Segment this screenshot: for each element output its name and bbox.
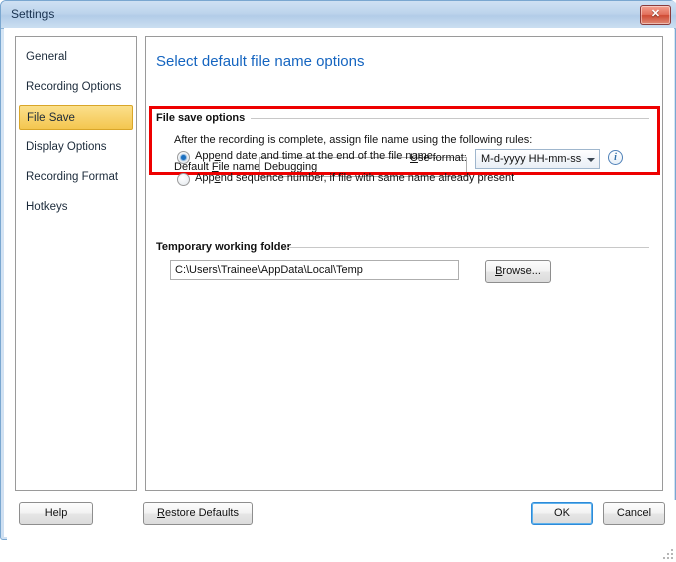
- title-bar: Settings ✕: [1, 1, 676, 29]
- file-save-options-rule: [251, 118, 649, 119]
- use-format-post: se format:: [417, 152, 467, 164]
- close-icon: ✕: [650, 8, 661, 20]
- sidebar-item-hotkeys[interactable]: Hotkeys: [19, 195, 133, 220]
- settings-detail-panel: Select default file name options File sa…: [145, 36, 663, 491]
- sidebar-item-display-options[interactable]: Display Options: [19, 135, 133, 160]
- window-title: Settings: [11, 7, 55, 21]
- temp-folder-legend: Temporary working folder: [156, 241, 295, 253]
- temp-folder-path-input[interactable]: [170, 260, 459, 280]
- date-format-selected-value: M-d-yyyy HH-mm-ss: [481, 153, 582, 165]
- resize-grip[interactable]: [661, 547, 673, 559]
- restore-defaults-button[interactable]: Restore Defaults: [143, 502, 253, 525]
- sidebar-item-recording-options[interactable]: Recording Options: [19, 75, 133, 100]
- browse-post: rowse...: [502, 265, 541, 277]
- dialog-client-area: General Recording Options File Save Disp…: [4, 28, 676, 562]
- sidebar-item-general[interactable]: General: [19, 45, 133, 70]
- ok-button[interactable]: OK: [531, 502, 593, 525]
- close-button[interactable]: ✕: [640, 5, 671, 25]
- cancel-button[interactable]: Cancel: [603, 502, 665, 525]
- dialog-footer: Help Restore Defaults OK Cancel: [7, 500, 676, 562]
- use-format-label: Use format:: [410, 152, 467, 164]
- settings-window: Settings ✕ General Recording Options Fil…: [0, 0, 676, 562]
- browse-button[interactable]: Browse...: [485, 260, 551, 283]
- radio0-post: nd date and time at the end of the file …: [220, 150, 436, 162]
- sidebar-item-file-save[interactable]: File Save: [19, 105, 133, 130]
- radio1-post: nd sequence number, if file with same na…: [220, 172, 515, 184]
- radio-append-date-time[interactable]: [177, 151, 190, 164]
- radio-append-sequence-number[interactable]: [177, 173, 190, 186]
- file-save-options-legend: File save options: [156, 112, 250, 124]
- settings-category-list[interactable]: General Recording Options File Save Disp…: [15, 36, 137, 491]
- temp-folder-rule: [286, 247, 649, 248]
- sidebar-item-recording-format[interactable]: Recording Format: [19, 165, 133, 190]
- chevron-down-icon: [587, 158, 595, 162]
- radio0-pre: App: [195, 150, 215, 162]
- restore-post: estore Defaults: [164, 507, 239, 519]
- restore-accel: R: [157, 507, 165, 519]
- date-format-combobox[interactable]: M-d-yyyy HH-mm-ss: [475, 149, 600, 169]
- radio1-pre: App: [195, 172, 215, 184]
- page-title: Select default file name options: [156, 53, 365, 70]
- radio-append-sequence-number-label[interactable]: Append sequence number, if file with sam…: [195, 172, 514, 184]
- help-button[interactable]: Help: [19, 502, 93, 525]
- info-icon[interactable]: i: [608, 150, 623, 165]
- file-save-description: After the recording is complete, assign …: [174, 134, 533, 146]
- use-format-accel: U: [410, 152, 418, 164]
- radio-append-date-time-label[interactable]: Append date and time at the end of the f…: [195, 150, 436, 162]
